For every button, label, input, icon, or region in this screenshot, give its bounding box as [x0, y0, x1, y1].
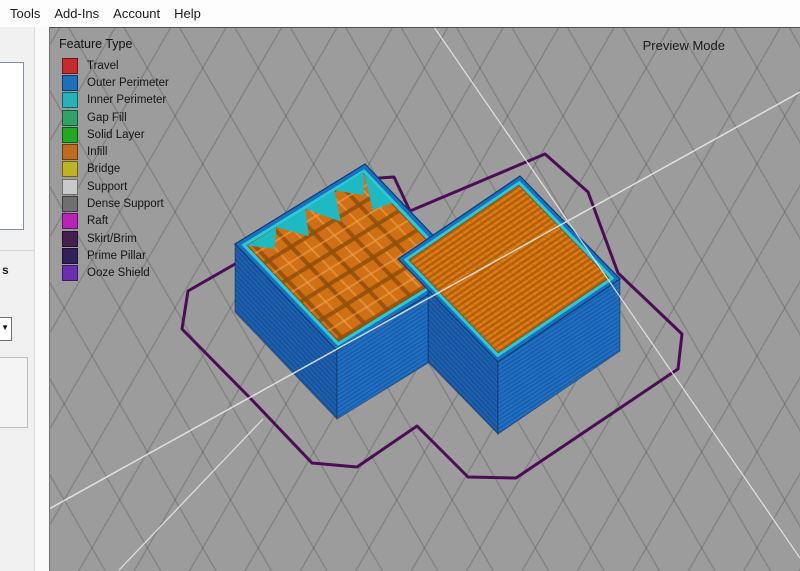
legend-row-raft: Raft — [59, 213, 169, 230]
legend-color-swatch — [62, 265, 78, 281]
legend-row-inner-perimeter: Inner Perimeter — [59, 92, 169, 109]
chevron-down-icon: ▼ — [1, 324, 9, 332]
legend-color-swatch — [62, 75, 78, 91]
legend-color-swatch — [62, 179, 78, 195]
legend-label: Dense Support — [87, 196, 164, 212]
viewport-3d[interactable]: Feature Type Travel Outer Perimeter Inne… — [49, 27, 800, 571]
legend-row-dense-support: Dense Support — [59, 195, 169, 212]
legend-row-support: Support — [59, 178, 169, 195]
legend-color-swatch — [62, 231, 78, 247]
legend-row-travel: Travel — [59, 57, 169, 74]
legend-row-solid-layer: Solid Layer — [59, 126, 169, 143]
legend-row-prime-pillar: Prime Pillar — [59, 247, 169, 264]
legend-label: Solid Layer — [87, 127, 145, 143]
legend-label: Bridge — [87, 161, 120, 177]
left-sidebar: s ▼ — [0, 27, 49, 571]
sidebar-combobox[interactable]: ▼ — [0, 317, 12, 341]
legend-color-swatch — [62, 248, 78, 264]
process-listbox[interactable] — [0, 62, 24, 230]
menu-bar: ToolsAdd-InsAccountHelp — [0, 0, 800, 27]
legend-label: Gap Fill — [87, 110, 127, 126]
menu-item-add-ins[interactable]: Add-Ins — [47, 0, 106, 27]
right-cube — [398, 176, 620, 434]
legend-label: Outer Perimeter — [87, 75, 169, 91]
legend-color-swatch — [62, 213, 78, 229]
legend-row-infill: Infill — [59, 143, 169, 160]
viewport-top-edge — [49, 27, 800, 28]
viewport-left-edge — [49, 27, 50, 571]
legend-label: Skirt/Brim — [87, 231, 137, 247]
preview-mode-label: Preview Mode — [643, 38, 725, 53]
sidebar-edge-strip — [34, 27, 49, 571]
legend-label: Inner Perimeter — [87, 92, 166, 108]
menu-item-help[interactable]: Help — [167, 0, 208, 27]
legend-label: Ooze Shield — [87, 265, 150, 281]
legend-color-swatch — [62, 127, 78, 143]
legend-label: Infill — [87, 144, 107, 160]
sidebar-divider — [0, 250, 34, 251]
legend-color-swatch — [62, 161, 78, 177]
sidebar-truncated-label: s — [2, 263, 9, 277]
feature-type-legend: Feature Type Travel Outer Perimeter Inne… — [59, 37, 169, 282]
legend-row-outer-perimeter: Outer Perimeter — [59, 74, 169, 91]
legend-row-gap-fill: Gap Fill — [59, 109, 169, 126]
legend-color-swatch — [62, 144, 78, 160]
sidebar-groupbox — [0, 357, 28, 428]
legend-row-bridge: Bridge — [59, 161, 169, 178]
legend-label: Travel — [87, 58, 119, 74]
legend-row-ooze-shield: Ooze Shield — [59, 265, 169, 282]
legend-label: Support — [87, 179, 127, 195]
legend-color-swatch — [62, 110, 78, 126]
menu-item-tools[interactable]: Tools — [3, 0, 47, 27]
legend-color-swatch — [62, 196, 78, 212]
legend-row-skirt-brim: Skirt/Brim — [59, 230, 169, 247]
legend-color-swatch — [62, 92, 78, 108]
legend-label: Raft — [87, 213, 108, 229]
legend-label: Prime Pillar — [87, 248, 146, 264]
menu-item-account[interactable]: Account — [106, 0, 167, 27]
legend-color-swatch — [62, 58, 78, 74]
legend-title: Feature Type — [59, 37, 169, 51]
